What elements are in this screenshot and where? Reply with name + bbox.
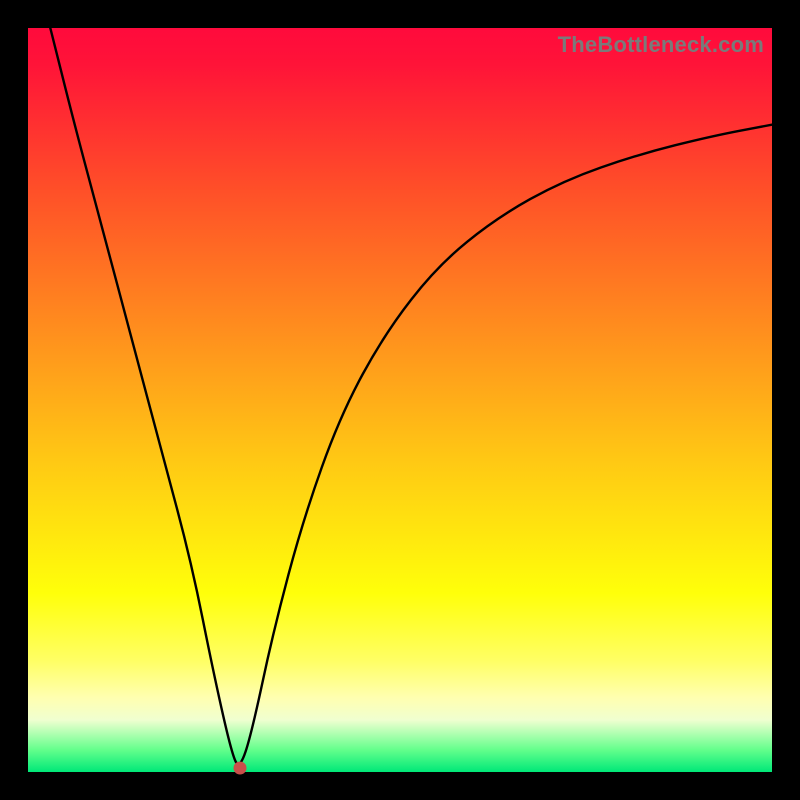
bottleneck-curve xyxy=(28,28,772,772)
curve-path xyxy=(50,28,772,764)
minimum-marker xyxy=(234,762,247,775)
chart-frame: TheBottleneck.com xyxy=(0,0,800,800)
plot-area: TheBottleneck.com xyxy=(28,28,772,772)
